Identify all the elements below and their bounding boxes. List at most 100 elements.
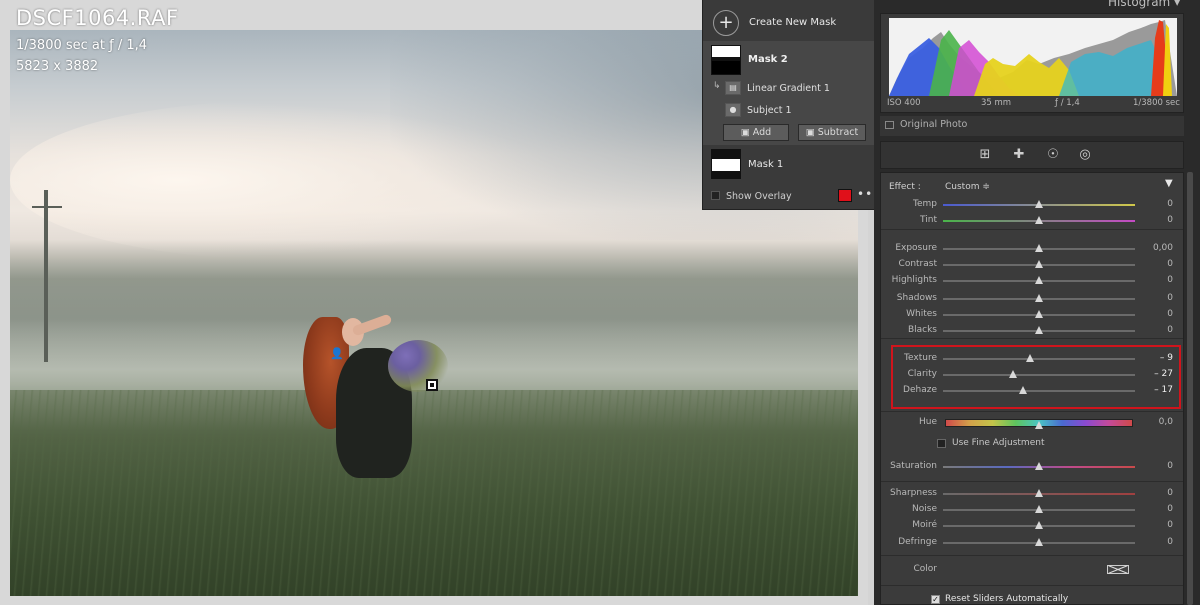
color-row: Color xyxy=(881,561,1183,577)
highlights-value[interactable]: 0 xyxy=(1143,275,1173,285)
original-photo-row[interactable]: Original Photo xyxy=(880,116,1184,136)
mask-1-item[interactable]: Mask 1 xyxy=(703,148,875,182)
heal-icon[interactable]: ✚ xyxy=(1011,147,1027,163)
histogram-title[interactable]: Histogram ▾ xyxy=(1108,0,1180,9)
original-photo-checkbox[interactable] xyxy=(885,121,894,129)
show-overlay-label[interactable]: Show Overlay xyxy=(726,191,792,202)
sharpness-value[interactable]: 0 xyxy=(1143,488,1173,498)
grass-field xyxy=(10,390,858,596)
effect-preset-dropdown[interactable]: Custom ≑ xyxy=(945,182,990,192)
temp-slider-thumb[interactable] xyxy=(1035,200,1043,208)
noise-slider-thumb[interactable] xyxy=(1035,505,1043,513)
exposure-slider-thumb[interactable] xyxy=(1035,244,1043,252)
blacks-slider-thumb[interactable] xyxy=(1035,326,1043,334)
panel-scrollbar-thumb[interactable] xyxy=(1187,172,1193,605)
contrast-slider-thumb[interactable] xyxy=(1035,260,1043,268)
shadows-label: Shadows xyxy=(896,293,937,303)
temp-label: Temp xyxy=(913,199,937,209)
reset-sliders-checkbox[interactable]: ✓ xyxy=(931,595,940,604)
hue-slider-thumb[interactable] xyxy=(1035,421,1043,429)
contrast-value[interactable]: 0 xyxy=(1143,259,1173,269)
saturation-slider-row: Saturation 0 xyxy=(881,459,1183,475)
whites-value[interactable]: 0 xyxy=(1143,309,1173,319)
moir--slider-thumb[interactable] xyxy=(1035,521,1043,529)
mask-2-item[interactable]: Mask 2 ↳ ▤ Linear Gradient 1 ● Subject 1… xyxy=(703,41,875,145)
divider xyxy=(881,481,1183,482)
photo-filename: DSCF1064.RAF xyxy=(16,6,179,30)
flower-bouquet xyxy=(388,340,448,392)
fine-adjustment-row: Use Fine Adjustment xyxy=(881,437,1183,451)
blacks-value[interactable]: 0 xyxy=(1143,325,1173,335)
divider xyxy=(881,411,1183,412)
contrast-slider-row: Contrast 0 xyxy=(881,257,1183,273)
gradient-icon: ▤ xyxy=(725,81,741,95)
show-overlay-row: Show Overlay ••• xyxy=(703,186,880,208)
tint-label: Tint xyxy=(920,215,937,225)
tool-strip: ⊞ ✚ ☉ ◎ xyxy=(880,141,1184,169)
masking-icon[interactable]: ◎ xyxy=(1077,147,1093,163)
highlights-label: Highlights xyxy=(891,275,937,285)
subject-mask-pin-icon[interactable]: 👤 xyxy=(330,348,344,360)
subject-1-label: Subject 1 xyxy=(747,105,792,116)
moir--label: Moiré xyxy=(912,520,937,530)
crop-icon[interactable]: ⊞ xyxy=(977,147,993,163)
hue-label: Hue xyxy=(918,417,937,427)
redeye-icon[interactable]: ☉ xyxy=(1045,147,1061,163)
add-subtract-buttons: ▣ Add ▣ Subtract xyxy=(723,124,867,142)
moir--value[interactable]: 0 xyxy=(1143,520,1173,530)
overlay-color-swatch[interactable] xyxy=(838,189,852,202)
noise-value[interactable]: 0 xyxy=(1143,504,1173,514)
right-panel: Histogram ▾ ISO 400 35 mm ƒ / 1,4 1/3800… xyxy=(874,0,1200,605)
mask-1-thumbnail[interactable] xyxy=(711,149,741,179)
create-new-mask-row[interactable]: + Create New Mask xyxy=(703,6,875,38)
add-button[interactable]: ▣ Add xyxy=(723,124,789,141)
branch-arrow-icon: ↳ xyxy=(713,81,721,91)
subtract-button[interactable]: ▣ Subtract xyxy=(798,124,866,141)
exposure-value[interactable]: 0,00 xyxy=(1143,243,1173,253)
whites-slider-thumb[interactable] xyxy=(1035,310,1043,318)
mask-2-thumbnail[interactable] xyxy=(711,45,741,75)
highlight-annotation-box xyxy=(891,345,1181,409)
highlights-slider-thumb[interactable] xyxy=(1035,276,1043,284)
reset-sliders-row: ✓ Reset Sliders Automatically xyxy=(881,593,1183,605)
panel-scrollbar[interactable] xyxy=(1186,172,1194,605)
shadows-value[interactable]: 0 xyxy=(1143,293,1173,303)
fine-adjustment-checkbox[interactable] xyxy=(937,439,946,448)
tint-value[interactable]: 0 xyxy=(1143,215,1173,225)
saturation-value[interactable]: 0 xyxy=(1143,461,1173,471)
utility-pole xyxy=(44,190,48,362)
saturation-slider-thumb[interactable] xyxy=(1035,462,1043,470)
effect-label: Effect : xyxy=(889,182,921,192)
shutter-value: 1/3800 sec xyxy=(1133,98,1180,108)
divider xyxy=(881,555,1183,556)
sharpness-label: Sharpness xyxy=(890,488,937,498)
plus-icon[interactable]: + xyxy=(713,10,739,36)
gradient-mask-pin-icon[interactable] xyxy=(426,379,438,391)
whites-label: Whites xyxy=(906,309,937,319)
defringe-label: Defringe xyxy=(898,537,937,547)
mask-2-label: Mask 2 xyxy=(748,54,788,65)
hue-value[interactable]: 0,0 xyxy=(1143,417,1173,427)
shadows-slider-thumb[interactable] xyxy=(1035,294,1043,302)
noise-slider-row: Noise 0 xyxy=(881,502,1183,518)
mask-adjustments-panel: Effect : Custom ≑ ▼ Temp 0 Tint 0 Exposure 0… xyxy=(880,172,1184,605)
noise-label: Noise xyxy=(912,504,937,514)
contrast-label: Contrast xyxy=(898,259,937,269)
fine-adjustment-label[interactable]: Use Fine Adjustment xyxy=(952,438,1044,448)
histogram-graph xyxy=(889,18,1177,96)
temp-value[interactable]: 0 xyxy=(1143,199,1173,209)
sharpness-slider-thumb[interactable] xyxy=(1035,489,1043,497)
histogram[interactable]: ISO 400 35 mm ƒ / 1,4 1/3800 sec xyxy=(880,13,1184,113)
photo-exposure: 1/3800 sec at ƒ / 1,4 xyxy=(16,38,148,53)
collapse-triangle-icon[interactable]: ▼ xyxy=(1165,178,1173,189)
tint-slider-thumb[interactable] xyxy=(1035,216,1043,224)
linear-gradient-1-item[interactable]: ↳ ▤ Linear Gradient 1 xyxy=(703,79,875,99)
defringe-slider-thumb[interactable] xyxy=(1035,538,1043,546)
color-swatch[interactable] xyxy=(1107,565,1129,574)
subject-1-item[interactable]: ● Subject 1 xyxy=(703,101,875,121)
create-new-mask-label[interactable]: Create New Mask xyxy=(749,17,836,28)
defringe-value[interactable]: 0 xyxy=(1143,537,1173,547)
histogram-meta: ISO 400 35 mm ƒ / 1,4 1/3800 sec xyxy=(881,98,1185,112)
show-overlay-checkbox[interactable] xyxy=(711,191,720,200)
reset-sliders-label[interactable]: Reset Sliders Automatically xyxy=(945,594,1068,604)
